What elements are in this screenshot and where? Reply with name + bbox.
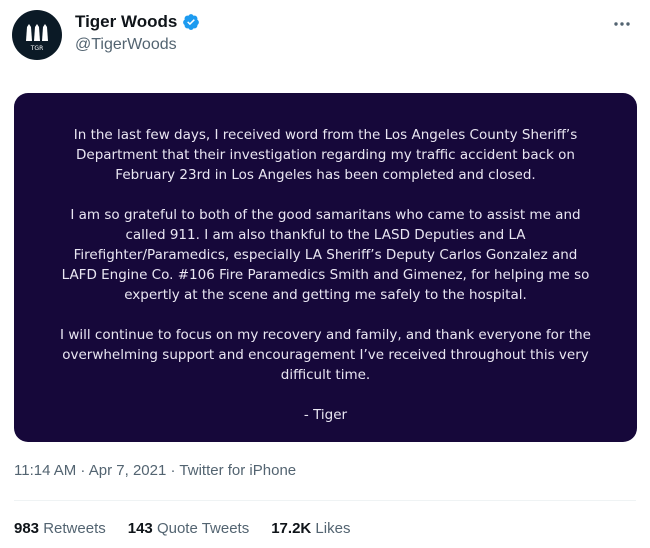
more-horizontal-icon	[614, 22, 630, 26]
tweet-header: TGR Tiger Woods @TigerWoods	[12, 10, 638, 62]
avatar-text: TGR	[30, 45, 43, 52]
more-options-button[interactable]	[608, 10, 636, 38]
tweet-date[interactable]: Apr 7, 2021	[76, 462, 166, 479]
likes-label: Likes	[315, 520, 351, 537]
avatar[interactable]: TGR	[12, 10, 62, 60]
retweets-stat[interactable]: 983 Retweets	[14, 520, 106, 537]
statement-image[interactable]: In the last few days, I received word fr…	[14, 93, 637, 442]
statement-paragraph: In the last few days, I received word fr…	[73, 127, 578, 183]
handle[interactable]: @TigerWoods	[75, 36, 177, 54]
engagement-stats: 983 Retweets 143 Quote Tweets 17.2K Like…	[14, 520, 350, 537]
tgr-logo-icon: TGR	[26, 24, 48, 52]
quote-tweets-stat[interactable]: 143 Quote Tweets	[128, 520, 249, 537]
retweets-label: Retweets	[43, 520, 106, 537]
display-name[interactable]: Tiger Woods	[75, 12, 177, 32]
tweet-source[interactable]: Twitter for iPhone	[166, 462, 296, 479]
quotes-label: Quote Tweets	[156, 520, 250, 537]
divider	[14, 500, 636, 501]
verified-badge-icon	[183, 14, 200, 30]
retweets-count: 983	[14, 520, 40, 537]
name-row: Tiger Woods	[75, 12, 200, 32]
quotes-count: 143	[127, 520, 153, 537]
statement-paragraph: I will continue to focus on my recovery …	[60, 327, 591, 383]
tweet-meta: 11:14 AMApr 7, 2021Twitter for iPhone	[14, 462, 296, 479]
statement-text: In the last few days, I received word fr…	[54, 125, 597, 442]
likes-stat[interactable]: 17.2K Likes	[271, 520, 350, 537]
tweet-time[interactable]: 11:14 AM	[14, 462, 76, 479]
statement-signature: - Tiger	[303, 407, 348, 423]
statement-paragraph: I am so grateful to both of the good sam…	[61, 207, 590, 303]
likes-count: 17.2K	[271, 520, 312, 537]
